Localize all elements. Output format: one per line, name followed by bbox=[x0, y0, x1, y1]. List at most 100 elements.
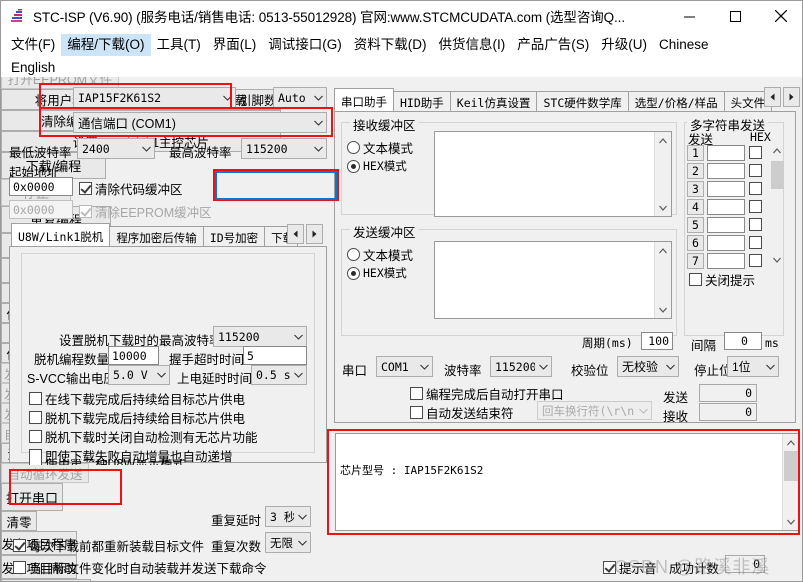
serial-stopbits-combo[interactable]: 1位 bbox=[727, 356, 779, 377]
multisend-row-button[interactable]: 6 bbox=[687, 234, 704, 251]
send-period-input[interactable]: 100 bbox=[641, 332, 673, 350]
multisend-row-input[interactable] bbox=[707, 252, 745, 269]
send-scrollbar[interactable] bbox=[654, 242, 671, 318]
tab-encrypted-transfer[interactable]: 程序加密后传输 bbox=[109, 226, 204, 248]
maximize-button[interactable] bbox=[712, 1, 758, 31]
disable-chip-detect-checkbox[interactable]: 脱机下载时关闭自动检测有无芯片功能 bbox=[29, 427, 258, 446]
max-baud-combo[interactable]: 115200 bbox=[241, 138, 327, 159]
send-hex-mode-radio[interactable]: HEX模式 bbox=[347, 265, 407, 281]
scroll-track[interactable] bbox=[655, 149, 671, 199]
menu-item-datasheet-download[interactable]: 资料下载(D) bbox=[348, 34, 433, 56]
scroll-up-icon[interactable] bbox=[655, 132, 672, 149]
reset-serial-counter-button[interactable]: 清零 bbox=[1, 511, 37, 531]
auto-send-terminator-checkbox[interactable]: 自动发送结束符 bbox=[410, 403, 514, 422]
multisend-hex-checkbox[interactable] bbox=[749, 164, 762, 177]
svcc-combo[interactable]: 5.0 V bbox=[108, 365, 170, 385]
clear-code-buffer-checkbox[interactable]: 清除代码缓冲区 bbox=[79, 179, 183, 198]
offline-baud-combo[interactable]: 115200 bbox=[213, 326, 307, 347]
tab-keil-sim-settings[interactable]: Keil仿真设置 bbox=[449, 91, 538, 113]
recv-text-mode-radio[interactable]: 文本模式 bbox=[347, 138, 413, 157]
scroll-thumb[interactable] bbox=[770, 161, 784, 189]
multisend-row-button[interactable]: 5 bbox=[687, 216, 704, 233]
tab-u8w-link1-offline[interactable]: U8W/Link1脱机 bbox=[11, 223, 111, 248]
multisend-hex-checkbox[interactable] bbox=[749, 182, 762, 195]
open-serial-port-button[interactable]: 打开串口 bbox=[1, 483, 63, 511]
repeat-times-combo[interactable]: 无限 bbox=[265, 532, 311, 553]
multisend-row-input[interactable] bbox=[707, 234, 745, 251]
chip-info-textarea[interactable]: 芯片型号 : IAP15F2K61S2 关于此芯片的重要说明: 有定时器0, 定… bbox=[335, 433, 799, 531]
send-textarea[interactable] bbox=[434, 241, 672, 319]
menu-item-upgrade[interactable]: 升级(U) bbox=[595, 34, 653, 56]
power-delay-combo[interactable]: 0.5 s bbox=[251, 365, 307, 385]
min-baud-combo[interactable]: 2400 bbox=[77, 138, 155, 159]
chip-model-combo[interactable]: IAP15F2K61S2 bbox=[73, 87, 236, 108]
menu-item-chinese[interactable]: Chinese bbox=[653, 34, 715, 56]
chip-info-scrollbar[interactable] bbox=[782, 434, 798, 530]
send-content[interactable] bbox=[435, 242, 654, 318]
tip-sound-checkbox[interactable]: 提示音 bbox=[603, 558, 657, 577]
scroll-up-icon[interactable] bbox=[773, 144, 781, 158]
multisend-hex-checkbox[interactable] bbox=[749, 236, 762, 249]
menu-item-supply-info[interactable]: 供货信息(I) bbox=[433, 34, 512, 56]
code-address-input[interactable]: 0x0000 bbox=[9, 177, 73, 196]
receive-scrollbar[interactable] bbox=[654, 132, 671, 216]
tab-id-encryption[interactable]: ID号加密 bbox=[202, 226, 266, 248]
minimize-button[interactable] bbox=[666, 1, 712, 31]
close-tip-checkbox[interactable]: 关闭提示 bbox=[689, 270, 755, 289]
recv-hex-mode-radio[interactable]: HEX模式 bbox=[347, 158, 407, 174]
tab-scroll-left-button[interactable] bbox=[764, 87, 781, 107]
second-u8w-display-mode-checkbox[interactable]: 使用第二种U8W显示模式 bbox=[29, 459, 185, 465]
keep-power-offline-checkbox[interactable]: 脱机下载完成后持续给目标芯片供电 bbox=[29, 408, 245, 427]
menu-item-product-ads[interactable]: 产品广告(S) bbox=[511, 34, 595, 56]
multisend-row-button[interactable]: 1 bbox=[687, 144, 704, 161]
multisend-hex-checkbox[interactable] bbox=[749, 200, 762, 213]
scroll-track[interactable] bbox=[655, 259, 671, 301]
multisend-row-input[interactable] bbox=[707, 180, 745, 197]
serial-baud-combo[interactable]: 115200 bbox=[490, 356, 552, 377]
scroll-down-icon[interactable] bbox=[655, 199, 672, 216]
scroll-down-icon[interactable] bbox=[782, 513, 798, 530]
com-port-combo[interactable]: 通信端口 (COM1) bbox=[73, 112, 327, 133]
send-text-mode-radio[interactable]: 文本模式 bbox=[347, 245, 413, 264]
multisend-row-button[interactable]: 4 bbox=[687, 198, 704, 215]
serial-port-combo[interactable]: COM1 bbox=[376, 356, 433, 377]
multisend-hex-checkbox[interactable] bbox=[749, 254, 762, 267]
menu-item-debug-interface[interactable]: 调试接口(G) bbox=[262, 34, 348, 56]
menu-item-file[interactable]: 文件(F) bbox=[5, 34, 61, 56]
tab-selection-price-sample[interactable]: 选型/价格/样品 bbox=[627, 91, 725, 113]
repeat-delay-combo[interactable]: 3 秒 bbox=[265, 506, 311, 527]
multisend-hex-checkbox[interactable] bbox=[749, 146, 762, 159]
menu-item-tools[interactable]: 工具(T) bbox=[151, 34, 207, 56]
offline-count-input[interactable]: 10000 bbox=[108, 346, 159, 365]
scroll-up-icon[interactable] bbox=[655, 242, 672, 259]
receive-textarea[interactable] bbox=[434, 131, 672, 217]
multisend-hex-checkbox[interactable] bbox=[749, 218, 762, 231]
serial-parity-combo[interactable]: 无校验 bbox=[617, 356, 679, 377]
tab-hid-assistant[interactable]: HID助手 bbox=[393, 91, 451, 113]
scroll-down-icon[interactable] bbox=[655, 301, 672, 318]
tab-scroll-right-button[interactable] bbox=[306, 224, 323, 244]
multisend-row-button[interactable]: 3 bbox=[687, 180, 704, 197]
keep-power-online-checkbox[interactable]: 在线下载完成后持续给目标芯片供电 bbox=[29, 389, 245, 408]
multisend-row-input[interactable] bbox=[707, 144, 745, 161]
menu-item-program-download[interactable]: 编程/下载(O) bbox=[61, 33, 151, 56]
tab-scroll-left-button[interactable] bbox=[287, 224, 304, 244]
pin-count-combo[interactable]: Auto bbox=[273, 87, 327, 108]
multisend-row-input[interactable] bbox=[707, 162, 745, 179]
menu-item-english[interactable]: English bbox=[5, 57, 61, 79]
scroll-thumb[interactable] bbox=[783, 451, 798, 481]
multisend-row-button[interactable]: 2 bbox=[687, 162, 704, 179]
multisend-row-button[interactable]: 7 bbox=[687, 252, 704, 269]
multisend-scrollbar[interactable] bbox=[770, 144, 784, 267]
multisend-row-input[interactable] bbox=[707, 198, 745, 215]
scroll-track[interactable] bbox=[783, 481, 798, 513]
scroll-up-icon[interactable] bbox=[782, 434, 798, 451]
interval-input[interactable]: 0 bbox=[724, 332, 762, 350]
close-button[interactable] bbox=[758, 1, 802, 31]
menu-item-interface[interactable]: 界面(L) bbox=[207, 34, 263, 56]
tab-stc-math-library[interactable]: STC硬件数学库 bbox=[536, 91, 629, 113]
receive-content[interactable] bbox=[435, 132, 654, 216]
multisend-row-input[interactable] bbox=[707, 216, 745, 233]
reload-before-download-checkbox[interactable]: 每次下载前都重新装载目标文件 bbox=[13, 536, 204, 555]
tab-scroll-right-button[interactable] bbox=[783, 87, 800, 107]
